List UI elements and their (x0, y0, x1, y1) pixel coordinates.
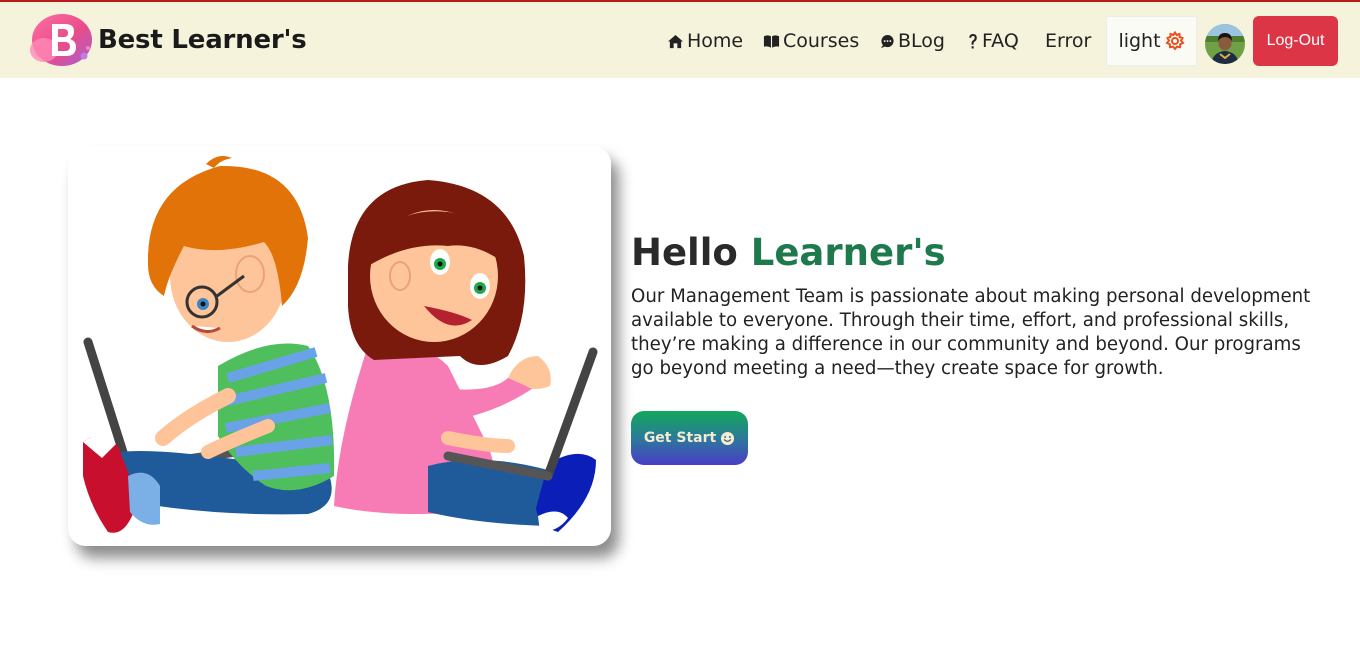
hero-title: Hello Learner's (631, 230, 946, 276)
nav-blog-link[interactable]: BLog (880, 29, 945, 53)
smile-icon (721, 431, 735, 445)
hero-description: Our Management Team is passionate about … (631, 286, 1311, 379)
kids-with-laptops-illustration (68, 146, 611, 546)
brand-logo (30, 14, 92, 66)
nav-courses-link[interactable]: Courses (763, 29, 859, 53)
gear-icon (1164, 31, 1185, 51)
nav-error-link[interactable]: Error (1045, 29, 1091, 53)
nav-blog-label: BLog (898, 30, 945, 52)
home-icon (668, 34, 683, 48)
avatar-image (1205, 24, 1245, 64)
nav-faq-link[interactable]: FAQ (967, 29, 1019, 53)
hero-illustration-card (68, 146, 611, 546)
theme-label: light (1118, 30, 1161, 52)
navbar: Best Learner's Home Courses BLog FAQ Err… (0, 2, 1360, 78)
get-start-label: Get Start (643, 430, 717, 446)
hero-title-accent: Learner's (750, 231, 946, 274)
nav-courses-label: Courses (783, 30, 860, 52)
theme-toggle[interactable]: light (1106, 16, 1197, 66)
get-start-button[interactable]: Get Start (631, 411, 748, 465)
hero-title-plain: Hello (631, 231, 738, 274)
nav-error-label: Error (1045, 30, 1092, 52)
nav-home-link[interactable]: Home (667, 29, 743, 53)
user-avatar[interactable] (1205, 24, 1245, 64)
question-icon (969, 33, 977, 48)
nav-faq-label: FAQ (982, 30, 1019, 52)
chat-icon (880, 34, 894, 48)
brand[interactable]: Best Learner's (24, 10, 307, 70)
nav-home-label: Home (687, 30, 744, 52)
brand-name: Best Learner's (98, 25, 307, 55)
book-icon (763, 35, 780, 48)
logout-button[interactable]: Log-Out (1253, 16, 1338, 66)
